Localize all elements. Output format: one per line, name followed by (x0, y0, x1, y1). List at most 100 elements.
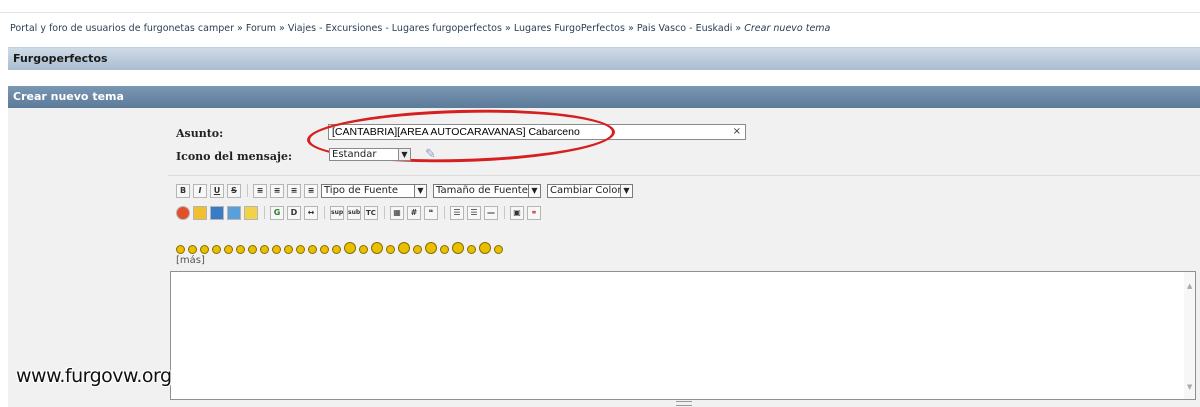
smile-icon[interactable] (244, 205, 258, 220)
smiley-icon[interactable] (344, 242, 356, 254)
chevron-down-icon: ▼ (398, 149, 410, 160)
table-icon[interactable]: ▦ (390, 205, 404, 220)
smiley-icon[interactable] (359, 245, 368, 254)
font-family-value: Tipo de Fuente (324, 184, 399, 196)
toolbar-separator (384, 206, 385, 219)
formatting-toolbar: B I U S ≡ ≡ ≡ ≡ Tipo de Fuente ▼ Tamaño … (176, 183, 639, 198)
scroll-down-icon[interactable]: ▼ (1187, 383, 1192, 391)
form-header: Crear nuevo tema (8, 86, 1200, 108)
breadcrumb-link-pais-vasco[interactable]: Pais Vasco - Euskadi (637, 23, 733, 34)
list-icon[interactable]: ☰ (450, 205, 464, 220)
message-icon-label: Icono del mensaje: (176, 150, 293, 163)
smiley-icon[interactable] (467, 245, 476, 254)
smiley-icon[interactable] (260, 245, 269, 254)
glow-button[interactable]: G (270, 205, 284, 220)
smiley-icon[interactable] (320, 245, 329, 254)
resize-handle[interactable] (676, 401, 692, 406)
smiley-icon[interactable] (212, 245, 221, 254)
ordered-list-icon[interactable]: ☰ (467, 205, 481, 220)
toolbar-separator (324, 206, 325, 219)
message-icon-value: Estandar (332, 149, 377, 160)
message-icon-preview: ✎ (425, 147, 436, 162)
smiley-icon[interactable] (236, 245, 245, 254)
image-icon[interactable]: ▣ (510, 205, 524, 220)
font-color-select[interactable]: Cambiar Color ▼ (547, 183, 633, 198)
superscript-button[interactable]: sup (330, 205, 344, 220)
chevron-down-icon: ▼ (414, 184, 426, 197)
smiley-icon[interactable] (440, 245, 449, 254)
font-color-value: Cambiar Color (550, 184, 622, 196)
underline-button[interactable]: U (210, 183, 224, 198)
italic-button[interactable]: I (193, 183, 207, 198)
toolbar-divider (168, 175, 1200, 176)
breadcrumb-link-viajes[interactable]: Viajes - Excursiones - Lugares furgoperf… (288, 23, 502, 34)
subscript-button[interactable]: sub (347, 205, 361, 220)
strike-button[interactable]: S (227, 183, 241, 198)
top-divider (0, 12, 1200, 13)
refresh-icon[interactable] (227, 205, 241, 220)
font-family-select[interactable]: Tipo de Fuente ▼ (321, 183, 427, 198)
align-center-icon[interactable]: ≡ (270, 183, 284, 198)
smiley-icon[interactable] (296, 245, 305, 254)
breadcrumb-separator: » (735, 23, 742, 34)
chevron-down-icon: ▼ (528, 184, 540, 197)
message-body-textarea[interactable]: ▲ ▼ (170, 271, 1196, 400)
breadcrumb-separator: » (279, 23, 285, 34)
breadcrumb-separator: » (627, 23, 634, 34)
breadcrumb-current: Crear nuevo tema (744, 23, 831, 34)
smiley-icon[interactable] (224, 245, 233, 254)
align-right-icon[interactable]: ≡ (287, 183, 301, 198)
justify-icon[interactable]: ≡ (304, 183, 318, 198)
smiley-icon[interactable] (398, 242, 410, 254)
vertical-scrollbar[interactable]: ▲ ▼ (1184, 272, 1195, 399)
message-icon-select[interactable]: Estandar ▼ (329, 148, 411, 161)
smiley-icon[interactable] (284, 245, 293, 254)
smiley-icon[interactable] (332, 245, 341, 254)
breadcrumb-link-portal[interactable]: Portal y foro de usuarios de furgonetas … (10, 23, 234, 34)
code-button[interactable]: # (407, 205, 421, 220)
quote-icon[interactable]: ❝ (424, 205, 438, 220)
font-size-select[interactable]: Tamaño de Fuente ▼ (433, 183, 541, 198)
align-left-icon[interactable]: ≡ (253, 183, 267, 198)
toolbar-separator (264, 206, 265, 219)
forum-header: Furgoperfectos (8, 47, 1200, 70)
scroll-up-icon[interactable]: ▲ (1187, 282, 1192, 290)
smiley-icon[interactable] (386, 245, 395, 254)
youtube-icon[interactable] (193, 205, 207, 220)
smiley-icon[interactable] (176, 245, 185, 254)
smiley-icon[interactable] (308, 245, 317, 254)
smiley-icon[interactable] (479, 242, 491, 254)
toolbar-separator (504, 206, 505, 219)
smiley-icon[interactable] (371, 242, 383, 254)
horizontal-rule-icon[interactable]: — (484, 205, 498, 220)
chevron-down-icon: ▼ (620, 184, 632, 197)
subject-field[interactable]: × (328, 124, 746, 140)
smiley-icon[interactable] (413, 245, 422, 254)
watermark: www.furgovw.org (16, 365, 172, 387)
smiley-icon[interactable] (188, 245, 197, 254)
form-title: Crear nuevo tema (13, 90, 124, 103)
smiley-icon[interactable] (272, 245, 281, 254)
google-video-icon[interactable] (210, 205, 224, 220)
font-size-value: Tamaño de Fuente (436, 184, 528, 196)
smiley-icon[interactable] (200, 245, 209, 254)
move-button[interactable]: ↔ (304, 205, 318, 220)
clear-icon[interactable]: × (733, 125, 741, 139)
breadcrumb-link-forum[interactable]: Forum (246, 23, 276, 34)
flash-icon[interactable] (176, 205, 190, 220)
subject-input[interactable] (332, 125, 722, 139)
breadcrumb-link-lugares[interactable]: Lugares FurgoPerfectos (514, 23, 625, 34)
bold-button[interactable]: B (176, 183, 190, 198)
breadcrumb-separator: » (237, 23, 243, 34)
smiley-icon[interactable] (452, 242, 464, 254)
link-icon[interactable]: ⚭ (527, 205, 541, 220)
smiley-icon[interactable] (494, 245, 503, 254)
teletype-button[interactable]: TC (364, 205, 378, 220)
shadow-button[interactable]: D (287, 205, 301, 220)
breadcrumb: Portal y foro de usuarios de furgonetas … (10, 23, 830, 34)
smiley-icon[interactable] (425, 242, 437, 254)
smiley-icon[interactable] (248, 245, 257, 254)
breadcrumb-separator: » (504, 23, 511, 34)
more-smilies-link[interactable]: [más] (176, 255, 205, 266)
media-toolbar: G D ↔ sup sub TC ▦ # ❝ ☰ ☰ — ▣ ⚭ (176, 205, 544, 220)
